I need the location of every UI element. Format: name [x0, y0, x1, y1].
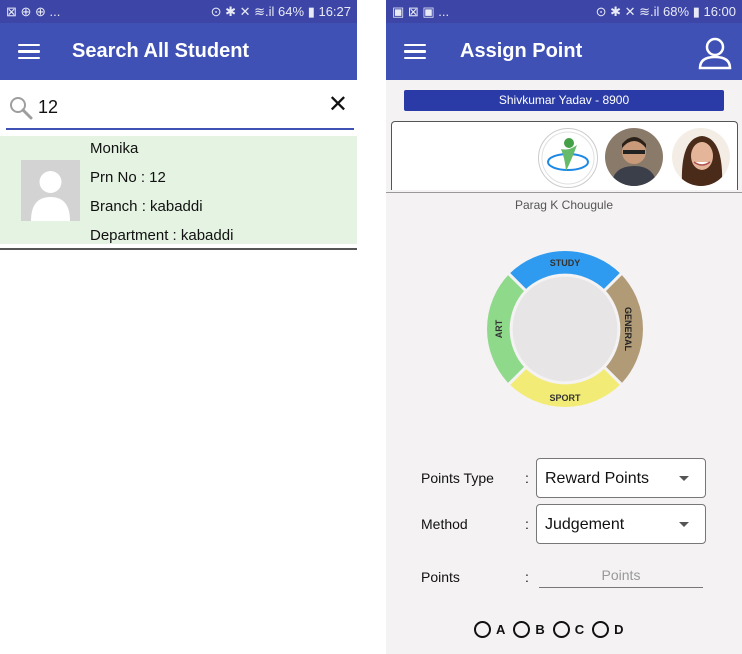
method-dropdown[interactable]: Judgement [536, 504, 706, 544]
radio-label: B [535, 622, 545, 637]
points-input[interactable]: Points [539, 563, 703, 588]
profile-icon[interactable] [698, 36, 732, 70]
radio-option-c[interactable]: C [552, 621, 585, 638]
assign-point-screen: ▣ ⊠ ▣ ... ⊙ ✱ ✕ ≋.il 68% ▮ 16:00 Assign … [386, 0, 742, 654]
status-bar: ⊠ ⊕ ⊕ ... ⊙ ✱ ✕ ≋.il 64% ▮ 16:27 [0, 0, 357, 23]
school-logo-icon[interactable] [538, 128, 598, 188]
sport-label: SPORT [549, 393, 581, 403]
radio-label: C [574, 622, 585, 637]
status-icons-left: ▣ ⊠ ▣ ... [392, 3, 450, 19]
colon: : [525, 569, 529, 585]
search-student-screen: ⊠ ⊕ ⊕ ... ⊙ ✱ ✕ ≋.il 64% ▮ 16:27 Search … [0, 0, 357, 654]
points-type-value: Reward Points [545, 470, 650, 487]
student-result-card[interactable]: Monika Prn No : 12 Branch : kabaddi Depa… [0, 136, 357, 244]
dropdown-arrow-icon [679, 522, 689, 527]
radio-option-b[interactable]: B [513, 621, 545, 638]
status-icons-right: ⊙ ✱ ✕ ≋.il 68% ▮ 16:00 [595, 3, 736, 19]
hamburger-menu-icon[interactable] [404, 43, 426, 60]
divider [386, 192, 742, 193]
status-icons-right: ⊙ ✱ ✕ ≋.il 64% ▮ 16:27 [210, 3, 351, 19]
search-input[interactable] [36, 93, 320, 121]
student-name-bar: Shivkumar Yadav - 8900 [404, 90, 724, 111]
divider [0, 248, 357, 250]
method-value: Judgement [545, 516, 625, 533]
points-label: Points [421, 569, 460, 585]
points-type-dropdown[interactable]: Reward Points [536, 458, 706, 498]
radio-label: A [496, 622, 506, 637]
student-prn: Prn No : 12 [90, 169, 166, 186]
radio-circle-icon [474, 621, 491, 638]
radio-option-d[interactable]: D [592, 621, 624, 638]
method-label: Method [421, 516, 468, 532]
radio-option-a[interactable]: A [474, 621, 505, 638]
dropdown-arrow-icon [679, 476, 689, 481]
clear-icon[interactable]: ✕ [328, 90, 348, 119]
avatar [21, 160, 80, 221]
art-label: ART [494, 319, 504, 338]
app-bar: Search All Student [0, 23, 357, 80]
photo-strip [391, 121, 738, 190]
option-radio-group: A B C D [474, 621, 624, 638]
colon: : [525, 470, 529, 486]
radio-circle-icon [552, 621, 570, 638]
general-label: GENERAL [623, 307, 633, 352]
teacher-photo[interactable] [605, 128, 663, 186]
search-bar: ✕ [6, 86, 354, 130]
radio-label: D [614, 622, 624, 637]
category-wheel: STUDY SPORT GENERAL ART [484, 248, 646, 410]
points-type-label: Points Type [421, 470, 494, 486]
status-bar: ▣ ⊠ ▣ ... ⊙ ✱ ✕ ≋.il 68% ▮ 16:00 [386, 0, 742, 23]
teacher-name: Parag K Chougule [514, 198, 614, 212]
student-name: Monika [90, 140, 139, 157]
student-photo[interactable] [672, 128, 730, 186]
colon: : [525, 516, 529, 532]
status-icons-left: ⊠ ⊕ ⊕ ... [6, 3, 61, 19]
radio-circle-icon [513, 621, 531, 638]
search-icon [10, 97, 33, 120]
app-bar: Assign Point [386, 23, 742, 80]
radio-circle-icon [592, 621, 610, 638]
study-label: STUDY [550, 258, 581, 268]
student-department: Department : kabaddi [90, 227, 234, 244]
page-title: Assign Point [460, 40, 583, 62]
hamburger-menu-icon[interactable] [18, 43, 40, 60]
student-branch: Branch : kabaddi [90, 198, 203, 215]
page-title: Search All Student [72, 40, 250, 62]
